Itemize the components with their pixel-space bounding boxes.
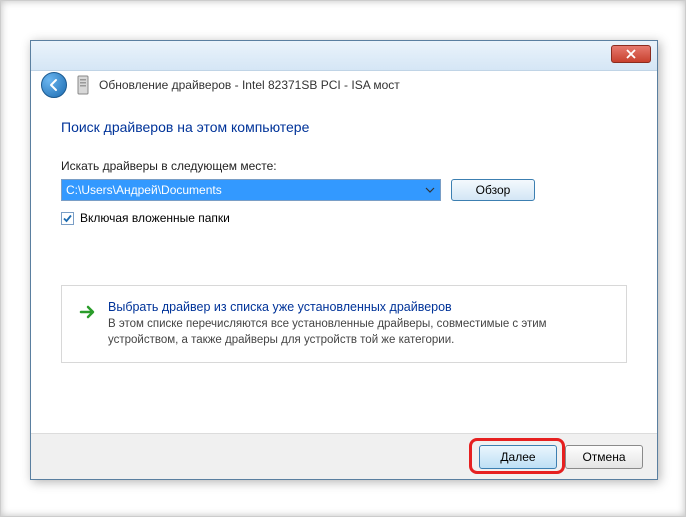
- content-area: Поиск драйверов на этом компьютере Искат…: [31, 99, 657, 373]
- driver-update-window: Обновление драйверов - Intel 82371SB PCI…: [30, 40, 658, 480]
- window-title: Обновление драйверов - Intel 82371SB PCI…: [99, 78, 400, 92]
- close-button[interactable]: [611, 45, 651, 63]
- titlebar: [31, 41, 657, 71]
- path-combobox[interactable]: [61, 179, 441, 201]
- include-subfolders-checkbox[interactable]: [61, 212, 74, 225]
- chevron-down-icon: [425, 187, 435, 193]
- arrow-right-icon: [78, 302, 98, 322]
- pick-from-list-option[interactable]: Выбрать драйвер из списка уже установлен…: [61, 285, 627, 363]
- footer-bar: Далее Отмена: [31, 433, 657, 479]
- include-subfolders-row: Включая вложенные папки: [61, 211, 627, 225]
- checkmark-icon: [62, 213, 73, 224]
- path-field-label: Искать драйверы в следующем месте:: [61, 159, 627, 173]
- path-input[interactable]: [62, 180, 440, 200]
- cancel-button[interactable]: Отмена: [565, 445, 643, 469]
- header-row: Обновление драйверов - Intel 82371SB PCI…: [31, 71, 657, 99]
- back-button[interactable]: [41, 72, 67, 98]
- option-text: Выбрать драйвер из списка уже установлен…: [108, 300, 610, 348]
- close-icon: [626, 49, 636, 59]
- include-subfolders-label: Включая вложенные папки: [80, 211, 230, 225]
- browse-button[interactable]: Обзор: [451, 179, 535, 201]
- combo-dropdown-button[interactable]: [422, 182, 438, 198]
- path-field-row: Обзор: [61, 179, 627, 201]
- option-title: Выбрать драйвер из списка уже установлен…: [108, 300, 610, 314]
- next-button[interactable]: Далее: [479, 445, 557, 469]
- device-icon: [75, 75, 91, 95]
- back-arrow-icon: [47, 78, 61, 92]
- option-description: В этом списке перечисляются все установл…: [108, 317, 610, 348]
- page-heading: Поиск драйверов на этом компьютере: [61, 119, 627, 135]
